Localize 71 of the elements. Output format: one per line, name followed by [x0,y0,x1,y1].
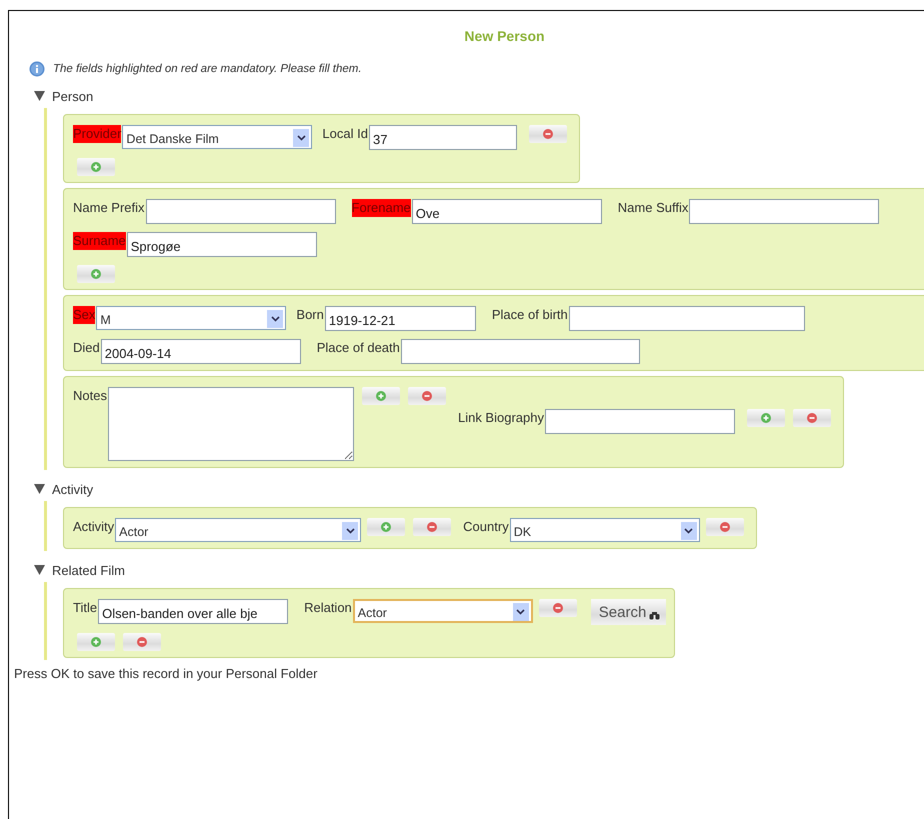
info-message: The fields highlighted on red are mandatory. Please fill them. [53,63,362,75]
add-button[interactable] [77,633,115,651]
remove-button[interactable] [792,409,831,427]
minus-icon [542,129,553,139]
field-label: Forename [352,199,411,217]
collapse-triangle-icon[interactable] [34,91,45,101]
plus-icon [376,391,386,401]
remove-button[interactable] [706,518,744,536]
section-title: Person [52,88,94,104]
dropdown[interactable]: M [96,306,286,330]
field-label: Place of birth [492,306,568,324]
collapse-triangle-icon[interactable] [34,484,45,494]
section-title: Activity [52,482,94,496]
remove-button[interactable] [123,633,161,651]
section-title: Related Film [52,562,125,578]
dropdown[interactable]: DK [510,518,700,542]
field-label: Name Prefix [73,199,145,217]
field-label: Title [73,599,98,617]
plus-icon [381,522,392,532]
field-label: Country [463,518,509,536]
binoculars-icon [649,610,660,620]
notes-field[interactable] [108,387,354,461]
field-label: Sex [73,306,96,324]
minus-icon [137,637,147,647]
add-button[interactable] [746,409,785,427]
collapse-triangle-icon[interactable] [34,565,45,575]
input-field[interactable]: 2004-09-14 [100,339,301,364]
input-field[interactable]: Olsen-banden over alle bje [98,599,288,624]
minus-icon [422,391,432,401]
field-label: Link Biography [458,409,544,427]
dropdown[interactable]: Actor [352,599,533,623]
search-button[interactable]: Search [590,599,666,625]
field-label: Local Id [322,125,368,143]
input-field[interactable] [400,339,640,364]
field-label: Relation [304,599,352,617]
info-icon [29,61,45,77]
minus-icon [806,413,817,423]
dropdown[interactable]: Actor [115,518,362,542]
dropdown[interactable]: Det Danske Film [122,125,312,149]
plus-icon [91,637,101,647]
page-title: New Person [463,27,546,46]
field-label: Activity [73,518,114,536]
add-button[interactable] [367,518,406,536]
remove-button[interactable] [408,387,446,405]
add-button[interactable] [362,387,400,405]
input-field[interactable]: Ove [412,199,602,224]
minus-icon [720,522,730,532]
minus-icon [427,522,438,532]
input-field[interactable]: 1919-12-21 [324,306,476,331]
footer-message: Press OK to save this record in your Personal Folder [14,666,318,681]
field-label: Place of death [316,339,400,357]
plus-icon [91,162,101,172]
input-field[interactable]: Sprogøe [126,232,317,257]
add-button[interactable] [77,265,115,283]
field-label: Died [73,339,100,357]
field-label: Surname [73,232,126,250]
remove-button[interactable] [538,599,577,617]
input-field[interactable] [568,306,805,331]
add-button[interactable] [77,158,115,176]
input-field[interactable] [146,199,336,224]
input-field[interactable] [544,409,735,434]
input-field[interactable]: 37 [368,125,517,150]
field-label: Born [296,306,324,324]
input-field[interactable] [689,199,880,224]
field-label: Notes [73,387,107,405]
remove-button[interactable] [413,518,452,536]
plus-icon [760,413,771,423]
minus-icon [552,603,563,613]
plus-icon [91,269,101,279]
field-label: Name Suffix [618,199,688,217]
remove-button[interactable] [528,125,567,143]
